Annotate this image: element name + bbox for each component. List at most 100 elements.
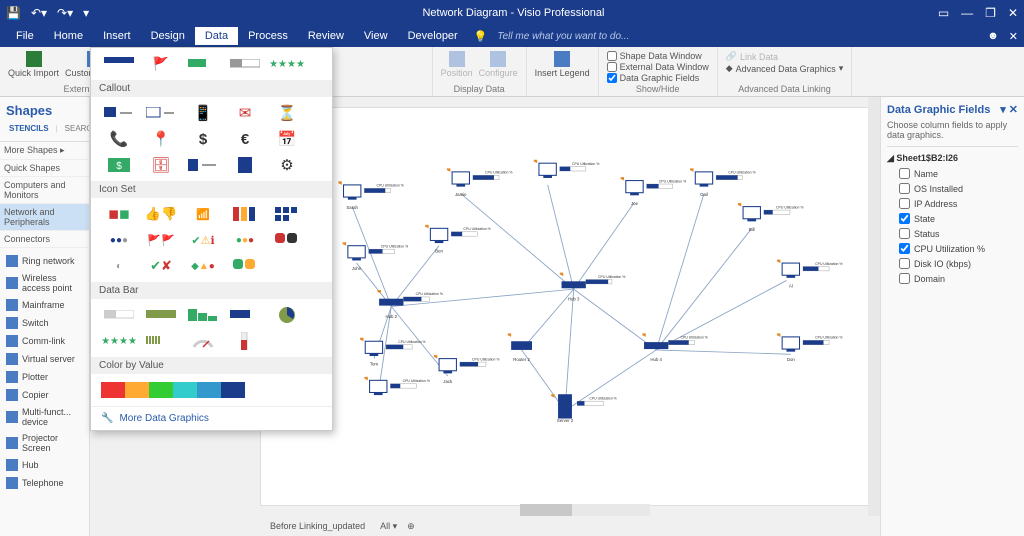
category-item[interactable]: Connectors — [0, 231, 89, 248]
gallery-item[interactable] — [101, 380, 301, 400]
gallery-item[interactable]: 📞 — [101, 129, 137, 149]
undo-icon[interactable]: ↶▾ — [31, 6, 47, 20]
gallery-item[interactable] — [101, 305, 137, 325]
shape-item[interactable]: Hub — [2, 456, 87, 474]
gallery-item[interactable]: ◐ — [101, 256, 137, 276]
gallery-item[interactable]: ★★★★ — [101, 331, 137, 351]
shape-item[interactable]: Virtual server — [2, 350, 87, 368]
shape-item[interactable]: Comm-link — [2, 332, 87, 350]
dg-field[interactable]: Name — [887, 166, 1018, 181]
shape-item[interactable]: Copier — [2, 386, 87, 404]
dg-field[interactable]: OS Installed — [887, 181, 1018, 196]
gallery-item[interactable] — [269, 305, 305, 325]
dg-field[interactable]: IP Address — [887, 196, 1018, 211]
ribbon-options-icon[interactable]: ▭ — [938, 6, 949, 20]
shape-item[interactable]: Switch — [2, 314, 87, 332]
gallery-item[interactable] — [143, 103, 179, 123]
gallery-item[interactable]: 🚩 — [143, 54, 179, 74]
dg-source[interactable]: ◢ Sheet1$B2:I26 — [887, 151, 1018, 166]
gallery-item[interactable] — [185, 155, 221, 175]
gallery-item[interactable] — [269, 230, 305, 250]
minimize-icon[interactable]: — — [961, 6, 973, 20]
dg-field[interactable]: CPU Utilization % — [887, 241, 1018, 256]
gallery-item[interactable] — [227, 204, 263, 224]
gallery-item[interactable]: 🚩🚩 — [143, 230, 179, 250]
gallery-item[interactable]: $ — [185, 129, 221, 149]
dg-field[interactable]: Disk IO (kbps) — [887, 256, 1018, 271]
dg-field[interactable]: Status — [887, 226, 1018, 241]
gallery-item[interactable]: ●●● — [101, 230, 137, 250]
tab-developer[interactable]: Developer — [398, 27, 468, 45]
shape-item[interactable]: Projector Screen — [2, 430, 87, 456]
gallery-item[interactable] — [227, 331, 263, 351]
shape-item[interactable]: Multi-funct... device — [2, 404, 87, 430]
shape-item[interactable]: Ring network — [2, 252, 87, 270]
redo-icon[interactable]: ↷▾ — [57, 6, 73, 20]
drawing-canvas[interactable]: CPU Utilization %SarahCPU Utilization %J… — [260, 107, 870, 506]
gallery-item[interactable] — [227, 305, 263, 325]
advanced-data-graphics-button[interactable]: ◆Advanced Data Graphics ▾ — [726, 63, 844, 74]
gallery-item[interactable]: ✔⚠ℹ — [185, 230, 221, 250]
gallery-item[interactable]: ★★★★ — [269, 54, 305, 74]
gallery-item[interactable] — [185, 54, 221, 74]
tab-design[interactable]: Design — [141, 27, 195, 45]
data-graphic-fields-check[interactable]: Data Graphic Fields — [607, 73, 700, 83]
search-tab[interactable]: SEARCH — [62, 122, 90, 135]
maximize-icon[interactable]: ❐ — [985, 6, 996, 20]
gallery-item[interactable] — [143, 305, 179, 325]
sheet-tab[interactable]: Before Linking_updated — [270, 521, 365, 531]
gallery-item[interactable] — [143, 331, 179, 351]
close-window-icon[interactable]: ✕ — [1009, 30, 1018, 43]
save-icon[interactable]: 💾 — [6, 6, 21, 20]
gallery-item[interactable]: € — [227, 129, 263, 149]
shape-data-window-check[interactable]: Shape Data Window — [607, 51, 702, 61]
gallery-item[interactable] — [227, 155, 263, 175]
all-filter[interactable]: All ▾ — [380, 521, 397, 532]
gallery-item[interactable] — [185, 305, 221, 325]
gallery-item[interactable]: 📱 — [185, 103, 221, 123]
shape-item[interactable]: Telephone — [2, 474, 87, 492]
shape-item[interactable]: Mainframe — [2, 296, 87, 314]
smiley-icon[interactable]: ☻ — [987, 30, 999, 43]
gallery-item[interactable] — [101, 103, 137, 123]
gallery-item[interactable] — [227, 54, 263, 74]
dg-field[interactable]: Domain — [887, 271, 1018, 286]
gallery-item[interactable]: ✔✘ — [143, 256, 179, 276]
gallery-item[interactable]: ◼◼ — [101, 204, 137, 224]
gallery-item[interactable]: 👍👎 — [143, 204, 179, 224]
gallery-item[interactable]: 📅 — [269, 129, 305, 149]
gallery-item[interactable] — [185, 331, 221, 351]
link-data-button[interactable]: 🔗Link Data — [726, 51, 778, 62]
gallery-item[interactable]: ✉ — [227, 103, 263, 123]
gallery-item[interactable]: 📍 — [143, 129, 179, 149]
add-sheet-icon[interactable]: ⊕ — [407, 521, 415, 532]
gallery-item[interactable]: ◆▲● — [185, 256, 221, 276]
position-button[interactable]: Position — [441, 51, 473, 78]
tab-process[interactable]: Process — [238, 27, 298, 45]
gallery-item[interactable] — [101, 54, 137, 74]
gallery-item[interactable]: 📶 — [185, 204, 221, 224]
tab-file[interactable]: File — [6, 27, 44, 45]
gallery-item[interactable]: ●●● — [227, 230, 263, 250]
tell-me-input[interactable]: Tell me what you want to do... — [497, 31, 629, 42]
more-shapes-button[interactable]: More Shapes ▸ — [0, 142, 89, 160]
category-item[interactable]: Computers and Monitors — [0, 177, 89, 204]
external-data-window-check[interactable]: External Data Window — [607, 62, 709, 72]
tab-view[interactable]: View — [354, 27, 398, 45]
shape-item[interactable]: Plotter — [2, 368, 87, 386]
dg-close-icon[interactable]: ✕ — [1009, 104, 1018, 116]
gallery-item[interactable]: $ — [101, 155, 137, 175]
canvas-hscroll[interactable] — [520, 504, 650, 516]
canvas-vscroll[interactable] — [868, 97, 880, 536]
dg-field[interactable]: State — [887, 211, 1018, 226]
insert-legend-button[interactable]: Insert Legend — [535, 51, 590, 78]
shape-item[interactable]: Wireless access point — [2, 270, 87, 296]
tab-data[interactable]: Data — [195, 27, 238, 45]
gallery-item[interactable]: ⚙ — [269, 155, 305, 175]
gallery-item[interactable]: ⏳ — [269, 103, 305, 123]
more-data-graphics-button[interactable]: 🔧 More Data Graphics — [91, 406, 332, 430]
stencils-tab[interactable]: STENCILS — [6, 122, 52, 135]
quick-shapes-button[interactable]: Quick Shapes — [0, 160, 89, 177]
tab-insert[interactable]: Insert — [93, 27, 141, 45]
quick-import-button[interactable]: Quick Import — [8, 51, 59, 78]
